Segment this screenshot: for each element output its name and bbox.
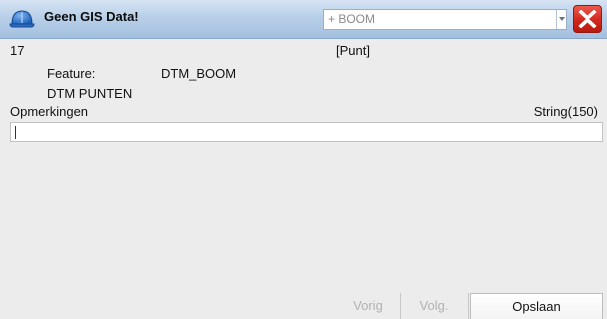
field-type: String(150)	[533, 104, 598, 119]
button-divider	[400, 293, 401, 319]
feature-value: DTM_BOOM	[161, 66, 237, 81]
gis-dialog: Geen GIS Data! + BOOM 17 [Punt] Feature:…	[0, 0, 607, 319]
feature-select-value: + BOOM	[328, 12, 376, 26]
text-caret	[15, 126, 16, 139]
next-button[interactable]: Volg.	[405, 293, 463, 319]
button-divider	[468, 293, 469, 319]
field-label: Opmerkingen	[10, 104, 89, 119]
feature-label: Feature:	[47, 66, 96, 81]
save-button[interactable]: Opslaan	[470, 293, 603, 319]
layer-name: DTM PUNTEN	[47, 86, 133, 101]
record-id: 17	[10, 43, 25, 58]
hard-hat-icon	[9, 7, 35, 31]
remarks-input[interactable]	[10, 122, 603, 142]
window-title: Geen GIS Data!	[44, 9, 139, 24]
close-button[interactable]	[573, 5, 602, 33]
feature-select[interactable]: + BOOM	[323, 9, 567, 30]
chevron-down-icon[interactable]	[556, 10, 566, 29]
previous-button[interactable]: Vorig	[339, 293, 397, 319]
geometry-type: [Punt]	[336, 43, 370, 58]
title-bar: Geen GIS Data! + BOOM	[0, 0, 607, 39]
